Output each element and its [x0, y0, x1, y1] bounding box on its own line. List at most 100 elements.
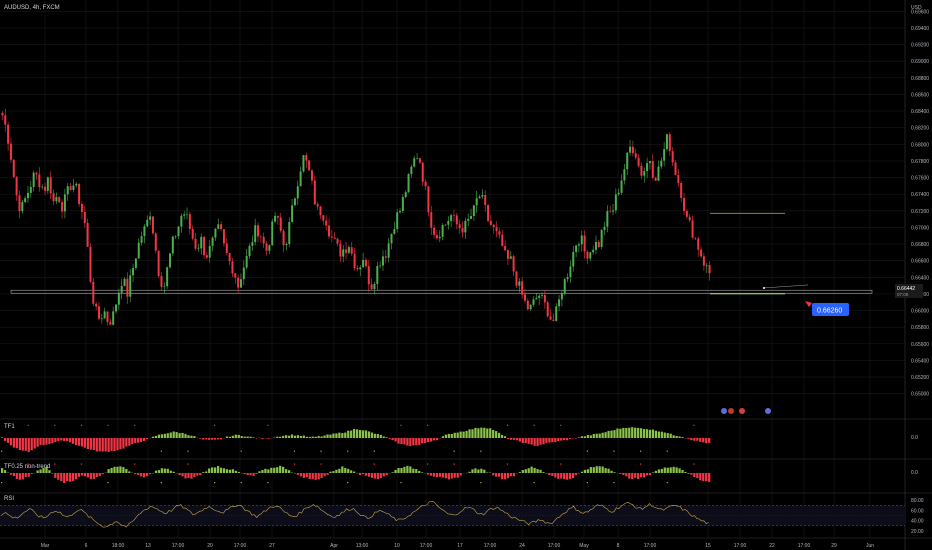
candle-body	[433, 227, 436, 235]
histogram-bar	[687, 473, 690, 474]
histogram-bar	[536, 469, 539, 473]
candle-body	[254, 225, 257, 243]
histogram-bar	[542, 438, 545, 445]
histogram-bar	[169, 470, 172, 473]
candle-body	[634, 153, 637, 158]
histogram-bar	[228, 436, 232, 438]
candle-body	[350, 247, 353, 254]
histogram-bar	[116, 466, 119, 473]
price-label-anchor[interactable]	[763, 286, 765, 289]
signal-dot	[80, 463, 83, 465]
histogram-bar	[125, 438, 128, 447]
histogram-bar	[323, 473, 326, 477]
candle-body	[586, 251, 589, 259]
signal-dot	[214, 424, 216, 426]
candle-body	[21, 202, 24, 212]
histogram-bar	[370, 432, 374, 438]
histogram-bar	[554, 438, 557, 443]
tf1-title: TF1	[4, 424, 15, 430]
histogram-bar	[143, 438, 146, 442]
economic-event-flag-icon[interactable]	[739, 408, 745, 414]
candle-body	[310, 170, 313, 181]
candle-body	[325, 220, 328, 226]
histogram-bar	[92, 473, 95, 479]
chart-area[interactable]: AUDUSD, 4h, FXCM TF1 TF0.25 non-trend RS…	[0, 0, 932, 550]
signal-dot	[107, 482, 109, 484]
histogram-bar	[279, 465, 282, 473]
histogram-bar	[495, 473, 498, 477]
candle-body	[83, 211, 86, 224]
histogram-bar	[530, 466, 533, 473]
histogram-bar	[563, 438, 566, 441]
candle-body	[9, 143, 12, 160]
histogram-bar	[199, 438, 202, 439]
time-tick-label: Jun	[866, 543, 874, 549]
histogram-bar	[6, 438, 10, 443]
histogram-bar	[353, 471, 356, 473]
candle-body	[12, 159, 15, 177]
histogram-bar	[589, 467, 592, 473]
time-tick-label: 15	[705, 543, 711, 549]
histogram-bar	[696, 473, 699, 479]
candle-body	[183, 214, 186, 216]
histogram-bar	[385, 437, 388, 438]
symbol-title: AUDUSD, 4h, FXCM	[4, 5, 60, 11]
candle-body	[296, 186, 299, 199]
time-tick-label: 24	[519, 543, 525, 549]
candle-body	[509, 256, 512, 259]
histogram-bar	[276, 467, 279, 473]
signal-dot	[613, 482, 615, 484]
candle-body	[160, 275, 163, 287]
candle-body	[186, 214, 189, 215]
candle-body	[680, 183, 683, 199]
histogram-bar	[107, 469, 110, 473]
candle-body	[396, 212, 399, 230]
histogram-bar	[231, 435, 234, 438]
histogram-bar	[477, 469, 480, 473]
candle-body	[626, 152, 629, 170]
histogram-bar	[137, 473, 140, 476]
candle-body	[541, 295, 544, 296]
histogram-bar	[693, 438, 696, 441]
histogram-bar	[101, 438, 104, 452]
economic-event-flag-icon[interactable]	[721, 408, 727, 414]
candle-body	[489, 220, 492, 225]
candle-body	[89, 246, 92, 282]
economic-event-flag-icon[interactable]	[728, 408, 734, 414]
histogram-bar	[290, 434, 294, 438]
candle-body	[359, 267, 362, 270]
histogram-bar	[261, 470, 264, 473]
candle-body	[149, 216, 152, 220]
histogram-bar	[577, 437, 581, 438]
histogram-bar	[370, 473, 374, 478]
candle-body	[390, 233, 393, 244]
histogram-bar	[429, 473, 433, 476]
candle-body	[594, 241, 597, 250]
histogram-bar	[459, 473, 462, 476]
economic-event-flag-icon[interactable]	[765, 408, 771, 414]
candle-body	[410, 166, 413, 175]
histogram-bar	[471, 469, 474, 473]
candle-body	[467, 218, 470, 221]
histogram-bar	[273, 467, 276, 473]
histogram-bar	[376, 433, 379, 438]
histogram-bar	[285, 469, 288, 473]
candle-body	[416, 158, 419, 159]
signal-dot	[293, 450, 296, 452]
candle-body	[705, 264, 708, 266]
candle-body	[450, 215, 453, 222]
signal-dot	[373, 463, 375, 465]
histogram-bar	[492, 429, 495, 438]
signal-dot	[240, 482, 242, 484]
histogram-bar	[347, 468, 350, 473]
histogram-bar	[495, 431, 498, 438]
candle-body	[401, 197, 404, 212]
histogram-bar	[453, 473, 456, 478]
candle-body	[174, 236, 177, 237]
histogram-bar	[305, 473, 308, 478]
histogram-bar	[447, 473, 450, 480]
histogram-bar	[264, 468, 267, 473]
candle-body	[413, 158, 416, 167]
histogram-bar	[211, 438, 214, 440]
candle-body	[245, 256, 248, 268]
